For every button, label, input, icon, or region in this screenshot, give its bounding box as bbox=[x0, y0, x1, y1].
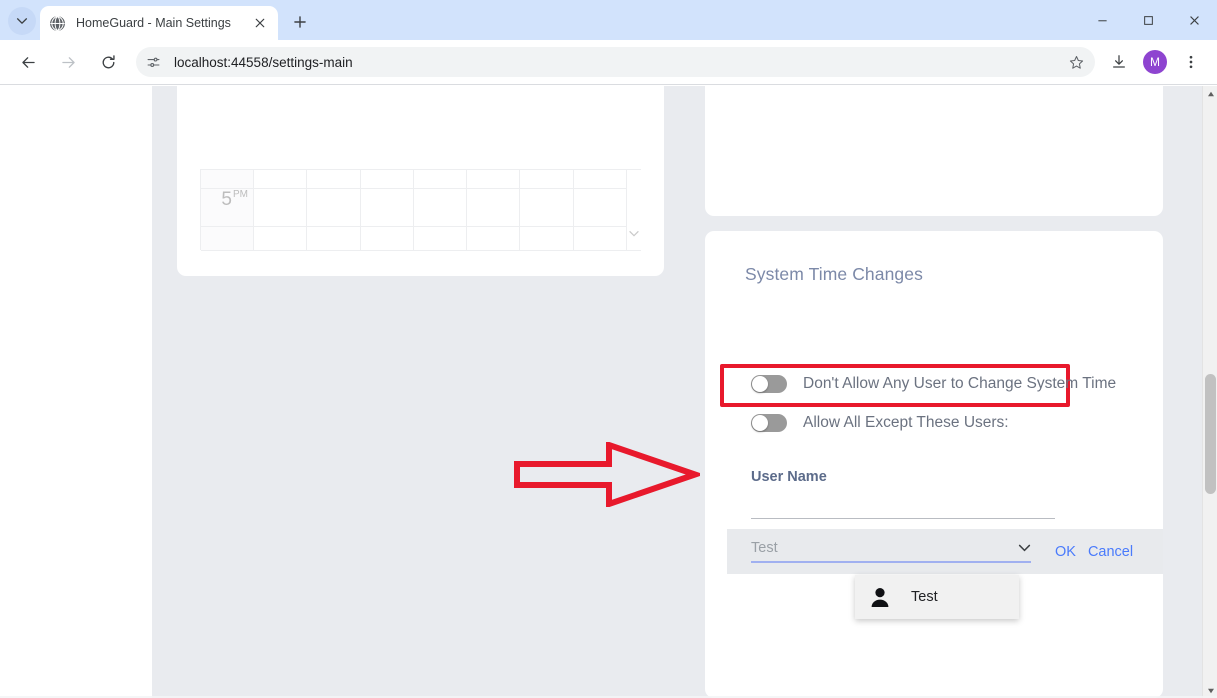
schedule-cell[interactable] bbox=[520, 189, 574, 227]
tab-search-button[interactable] bbox=[8, 7, 36, 35]
ok-button[interactable]: OK bbox=[1055, 544, 1076, 560]
triangle-up-icon[interactable] bbox=[1203, 86, 1217, 101]
schedule-cell[interactable] bbox=[573, 227, 627, 251]
schedule-cell[interactable] bbox=[520, 227, 574, 251]
schedule-cell[interactable] bbox=[573, 170, 627, 189]
schedule-cell[interactable] bbox=[307, 189, 361, 227]
cancel-button[interactable]: Cancel bbox=[1088, 544, 1133, 560]
back-arrow-icon bbox=[21, 56, 35, 68]
schedule-time-label: 5 PM bbox=[201, 189, 254, 227]
download-button[interactable] bbox=[1104, 47, 1134, 77]
schedule-cell[interactable] bbox=[467, 189, 521, 227]
person-icon bbox=[869, 586, 891, 608]
browser-menu-button[interactable] bbox=[1176, 47, 1206, 77]
toggle-switch-disallow-system-time[interactable] bbox=[751, 375, 787, 393]
schedule-cell[interactable] bbox=[360, 189, 414, 227]
data-table-card: Showing 0 to 0 of 0 entries Previous Nex… bbox=[705, 86, 1163, 216]
schedule-card: 5 PM bbox=[177, 86, 664, 276]
close-icon bbox=[255, 18, 265, 28]
window-close-button[interactable] bbox=[1171, 3, 1217, 37]
page-left-column bbox=[0, 86, 152, 698]
scrollbar-thumb[interactable] bbox=[1205, 374, 1216, 494]
chevron-down-icon bbox=[16, 18, 28, 24]
schedule-scroll-column[interactable] bbox=[626, 170, 641, 251]
page-viewport: 5 PM System Time Changes Don't Allow Any… bbox=[0, 86, 1217, 698]
maximize-icon bbox=[1143, 15, 1153, 25]
window-controls bbox=[1079, 0, 1217, 40]
schedule-gutter-cell bbox=[201, 227, 254, 251]
new-tab-button[interactable] bbox=[286, 8, 314, 36]
schedule-time-meridiem: PM bbox=[233, 189, 248, 200]
user-name-column-header: User Name bbox=[751, 469, 827, 485]
window-minimize-button[interactable] bbox=[1079, 3, 1125, 37]
user-name-dropdown-menu[interactable]: Test bbox=[855, 575, 1019, 619]
browser-window: HomeGuard - Main Settings localhost:4455… bbox=[0, 0, 1217, 698]
toggle-row-allow-all-except[interactable]: Allow All Except These Users: bbox=[751, 414, 1009, 432]
bookmark-button[interactable] bbox=[1063, 49, 1089, 75]
forward-arrow-icon bbox=[61, 56, 75, 68]
star-icon bbox=[1069, 55, 1083, 69]
schedule-cell[interactable] bbox=[413, 170, 468, 189]
profile-avatar[interactable]: M bbox=[1143, 50, 1167, 74]
schedule-cell[interactable] bbox=[254, 227, 308, 251]
browser-tab[interactable]: HomeGuard - Main Settings bbox=[40, 6, 278, 40]
schedule-cell[interactable] bbox=[520, 170, 574, 189]
edit-row-actions: OK Cancel bbox=[1055, 544, 1133, 560]
tab-title: HomeGuard - Main Settings bbox=[76, 16, 231, 30]
chevron-down-icon[interactable] bbox=[628, 224, 639, 242]
toggle-label-disallow-system-time: Don't Allow Any User to Change System Ti… bbox=[803, 375, 1117, 392]
column-divider bbox=[751, 518, 1055, 519]
toggle-label-allow-all-except: Allow All Except These Users: bbox=[803, 414, 1009, 431]
minimize-icon bbox=[1097, 19, 1107, 21]
card-title: System Time Changes bbox=[745, 264, 923, 284]
schedule-time-number: 5 bbox=[221, 189, 232, 210]
download-icon bbox=[1113, 55, 1125, 68]
schedule-cell[interactable] bbox=[413, 227, 468, 251]
back-button[interactable] bbox=[13, 47, 43, 77]
address-bar-url: localhost:44558/settings-main bbox=[174, 54, 353, 70]
forward-button[interactable] bbox=[53, 47, 83, 77]
system-time-changes-card: System Time Changes Don't Allow Any User… bbox=[705, 231, 1163, 698]
globe-icon bbox=[49, 15, 66, 32]
window-maximize-button[interactable] bbox=[1125, 3, 1171, 37]
schedule-cell[interactable] bbox=[360, 170, 414, 189]
reload-icon bbox=[102, 54, 115, 68]
annotation-arrow-icon bbox=[514, 442, 700, 507]
user-name-combo[interactable]: Test bbox=[751, 540, 1031, 563]
toggle-row-disallow-system-time[interactable]: Don't Allow Any User to Change System Ti… bbox=[751, 375, 1116, 393]
toggle-switch-allow-all-except[interactable] bbox=[751, 414, 787, 432]
address-bar[interactable]: localhost:44558/settings-main bbox=[136, 47, 1095, 77]
schedule-grid[interactable]: 5 PM bbox=[200, 169, 641, 251]
three-dot-menu-icon bbox=[1189, 55, 1193, 69]
schedule-cell[interactable] bbox=[307, 170, 361, 189]
chevron-down-icon[interactable] bbox=[1018, 544, 1031, 552]
tab-close-button[interactable] bbox=[251, 14, 269, 32]
dropdown-item-label: Test bbox=[911, 589, 938, 605]
schedule-gutter-cell bbox=[201, 170, 254, 189]
toggle-knob bbox=[752, 376, 768, 392]
browser-toolbar: localhost:44558/settings-main M bbox=[0, 40, 1217, 85]
plus-icon bbox=[294, 16, 306, 28]
schedule-cell[interactable] bbox=[467, 227, 521, 251]
schedule-cell[interactable] bbox=[413, 189, 468, 227]
close-icon bbox=[1189, 15, 1199, 25]
toggle-knob bbox=[752, 415, 768, 431]
user-edit-row: Test OK Cancel bbox=[727, 529, 1163, 574]
reload-button[interactable] bbox=[93, 47, 123, 77]
schedule-cell[interactable] bbox=[360, 227, 414, 251]
page-content-area: 5 PM System Time Changes Don't Allow Any… bbox=[152, 86, 1203, 698]
schedule-cell[interactable] bbox=[254, 189, 308, 227]
schedule-cell[interactable] bbox=[254, 170, 308, 189]
user-name-combo-value: Test bbox=[751, 540, 778, 556]
schedule-cell[interactable] bbox=[467, 170, 521, 189]
tab-strip: HomeGuard - Main Settings bbox=[0, 0, 1217, 40]
page-vertical-scrollbar[interactable] bbox=[1202, 86, 1217, 698]
schedule-cell[interactable] bbox=[307, 227, 361, 251]
tune-icon[interactable] bbox=[140, 49, 166, 75]
schedule-cell[interactable] bbox=[573, 189, 627, 227]
